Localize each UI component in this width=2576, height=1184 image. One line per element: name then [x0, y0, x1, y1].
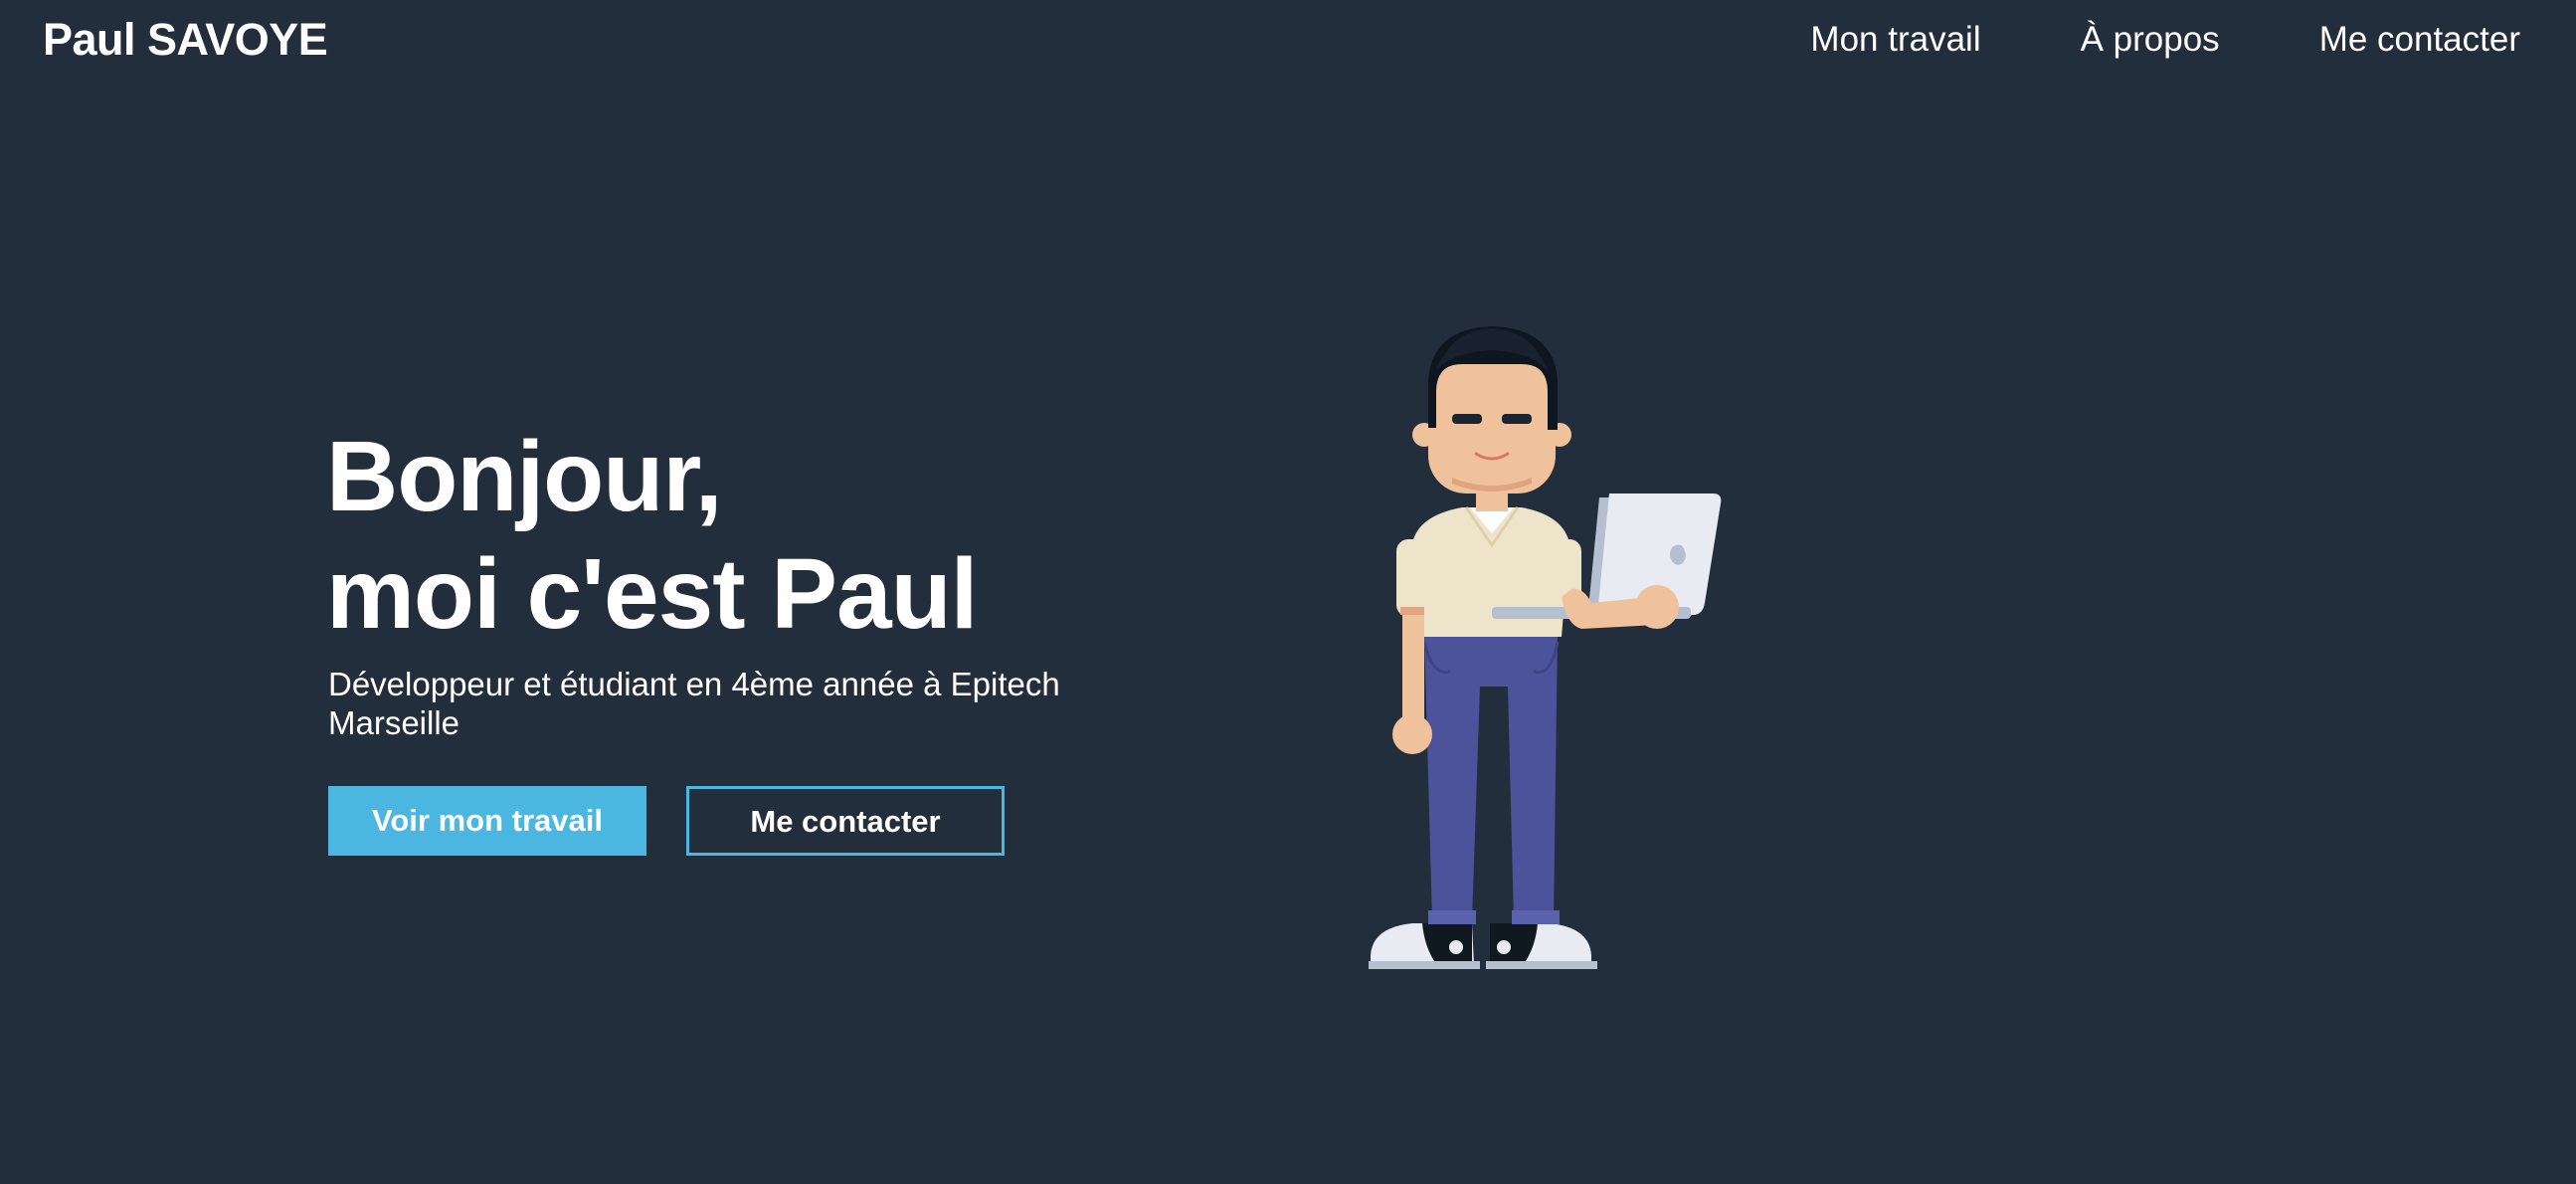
shoes [1369, 923, 1597, 969]
main-nav: Mon travail À propos Me contacter [1810, 10, 2520, 70]
developer-with-laptop-illustration [1369, 326, 1722, 969]
contact-button[interactable]: Me contacter [686, 786, 1005, 856]
nav-link-me-contacter[interactable]: Me contacter [2319, 10, 2520, 70]
hero-title: Bonjour, moi c'est Paul [326, 418, 978, 653]
nav-link-a-propos[interactable]: À propos [2081, 10, 2220, 70]
trousers [1422, 632, 1560, 924]
nav-link-mon-travail[interactable]: Mon travail [1810, 10, 1980, 70]
view-work-button[interactable]: Voir mon travail [328, 786, 646, 856]
hero-title-line-2: moi c'est Paul [326, 538, 978, 650]
hero-subtitle: Développeur et étudiant en 4ème année à … [328, 666, 1060, 741]
hero-title-line-1: Bonjour, [326, 421, 723, 532]
page: Paul SAVOYE Mon travail À propos Me cont… [0, 0, 2576, 1184]
head [1412, 326, 1571, 493]
site-logo[interactable]: Paul SAVOYE [43, 8, 328, 72]
